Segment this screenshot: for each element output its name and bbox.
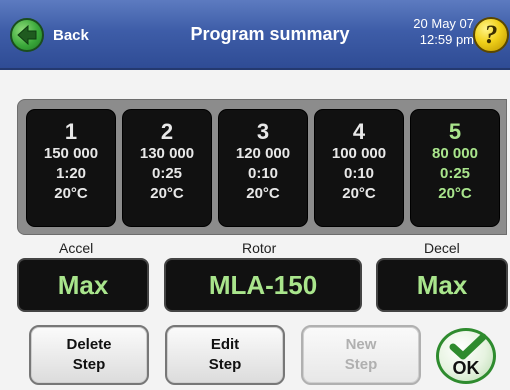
step-number: 2 [160, 119, 174, 144]
date-time-display: 20 May 07 12:59 pm [392, 16, 474, 48]
question-mark-icon: ? [484, 20, 498, 49]
step-time: 0:10 [247, 165, 279, 182]
step-speed: 130 000 [139, 145, 195, 162]
step-card-4[interactable]: 4 100 000 0:10 20°C [314, 109, 404, 227]
decel-value-box[interactable]: Max [376, 258, 508, 312]
step-card-2[interactable]: 2 130 000 0:25 20°C [122, 109, 212, 227]
edit-step-button[interactable]: Edit Step [165, 325, 285, 385]
step-temperature: 20°C [246, 185, 280, 202]
accel-value-box[interactable]: Max [17, 258, 149, 312]
page-title: Program summary [190, 24, 350, 44]
step-time: 0:25 [439, 165, 471, 182]
new-step-label-line1: New [345, 336, 377, 353]
step-speed: 150 000 [43, 145, 99, 162]
delete-step-button[interactable]: Delete Step [29, 325, 149, 385]
back-button-label: Back [53, 26, 89, 44]
delete-step-label-line1: Delete [66, 336, 112, 353]
step-speed: 120 000 [235, 145, 291, 162]
step-speed: 100 000 [331, 145, 387, 162]
decel-value: Max [416, 269, 468, 300]
step-number: 4 [352, 119, 366, 144]
new-step-button[interactable]: New Step [301, 325, 421, 385]
step-time: 1:20 [55, 165, 87, 182]
step-temperature: 20°C [150, 185, 184, 202]
edit-step-label-line2: Step [208, 356, 242, 373]
step-temperature: 20°C [438, 185, 472, 202]
step-number: 5 [448, 119, 462, 144]
step-card-5[interactable]: 5 80 000 0:25 20°C [410, 109, 500, 227]
date-text: 20 May 07 [413, 16, 474, 31]
left-arrow-icon [10, 18, 44, 52]
new-step-label-line2: Step [344, 356, 378, 373]
edit-step-label-line1: Edit [210, 336, 240, 353]
ok-button[interactable]: OK [436, 328, 496, 384]
step-time: 0:25 [151, 165, 183, 182]
rotor-label: Rotor [242, 240, 277, 256]
step-temperature: 20°C [54, 185, 88, 202]
rotor-value-box[interactable]: MLA-150 [164, 258, 362, 312]
help-button[interactable]: ? [473, 17, 509, 53]
steps-panel: 1 150 000 1:20 20°C 2 130 000 0:25 20°C … [17, 99, 507, 235]
step-speed: 80 000 [432, 145, 478, 162]
checkmark-icon [449, 333, 487, 360]
step-card-3[interactable]: 3 120 000 0:10 20°C [218, 109, 308, 227]
back-button[interactable]: Back [10, 17, 89, 53]
rotor-value: MLA-150 [208, 269, 318, 300]
accel-value: Max [57, 269, 109, 300]
step-time: 0:10 [343, 165, 375, 182]
time-text: 12:59 pm [419, 32, 474, 47]
decel-label: Decel [424, 240, 460, 256]
step-number: 3 [256, 119, 270, 144]
accel-label: Accel [59, 240, 94, 256]
ok-label: OK [452, 358, 480, 378]
step-temperature: 20°C [342, 185, 376, 202]
step-number: 1 [64, 119, 78, 144]
step-card-1[interactable]: 1 150 000 1:20 20°C [26, 109, 116, 227]
header-bar: Back Program summary 20 May 07 12:59 pm … [0, 0, 510, 70]
delete-step-label-line2: Step [72, 356, 106, 373]
